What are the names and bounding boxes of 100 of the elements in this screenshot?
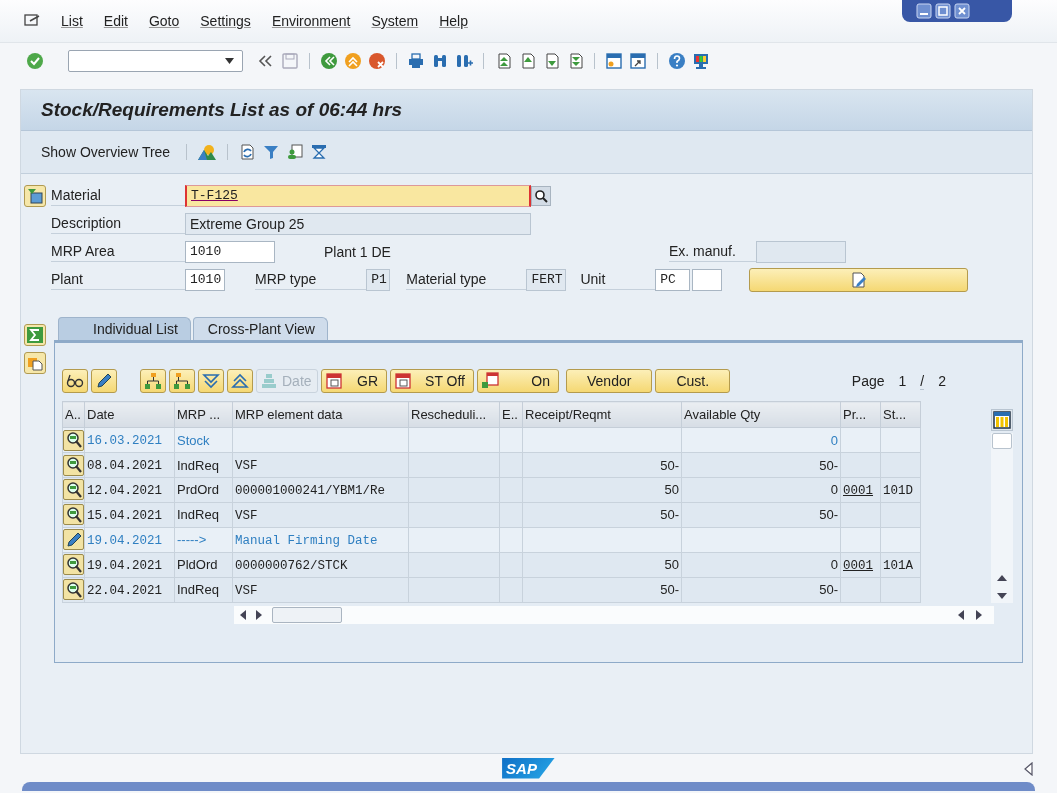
material-button[interactable] <box>24 184 46 207</box>
toolbar-button[interactable]: ST Off <box>390 369 474 393</box>
details-button[interactable] <box>63 554 84 576</box>
table-row[interactable]: 12.04.2021 PrdOrd 000001000241/YBM1/Re 50 0 0001 101D <box>62 477 921 503</box>
plant-name: Plant 1 DE <box>324 243 391 260</box>
documents-icon <box>27 355 43 371</box>
details-button[interactable] <box>63 504 84 526</box>
menu-item[interactable]: Edit <box>103 13 128 29</box>
scroll-thumb[interactable] <box>992 433 1012 449</box>
toolbar-button[interactable] <box>62 369 88 393</box>
input-field[interactable]: 1010 <box>185 268 225 291</box>
menu-item[interactable]: System <box>371 13 419 29</box>
new-window-icon[interactable] <box>605 52 623 70</box>
column-header[interactable]: A.. <box>62 401 85 428</box>
scroll-right-icon[interactable] <box>976 610 982 620</box>
details-button[interactable] <box>63 454 84 476</box>
table-cell: 0 <box>830 482 838 498</box>
menu-item[interactable]: Help <box>439 13 468 29</box>
menu-item[interactable]: List <box>61 13 83 29</box>
menu-item[interactable]: Goto <box>148 13 180 29</box>
mountains-icon[interactable] <box>197 143 218 161</box>
table-cell: PldOrd <box>177 557 218 573</box>
input-field[interactable]: T-F125 <box>185 184 531 207</box>
monitor-icon[interactable] <box>692 52 710 70</box>
user-settings-icon[interactable] <box>286 143 305 161</box>
column-settings-button[interactable] <box>991 409 1013 431</box>
details-button[interactable] <box>63 579 84 601</box>
menu-item[interactable]: Settings <box>200 13 251 29</box>
magnifier-icon <box>64 505 83 524</box>
magnifier-icon <box>64 580 83 599</box>
print-icon[interactable] <box>407 52 425 70</box>
command-field[interactable] <box>68 50 243 72</box>
toolbar-button[interactable]: On <box>477 369 559 393</box>
dropdown-arrow-icon[interactable] <box>225 58 234 64</box>
help-icon[interactable] <box>668 52 686 70</box>
table-cell: 50- <box>819 457 838 473</box>
close-icon[interactable] <box>954 3 970 19</box>
vertical-scrollbar[interactable] <box>991 433 1013 603</box>
back-icon[interactable] <box>320 52 338 70</box>
toolbar-button[interactable] <box>91 369 117 393</box>
table-row[interactable]: 19.04.2021 -----> Manual Firming Date <box>62 527 921 553</box>
column-header[interactable]: Pr... <box>840 401 881 428</box>
toolbar-button[interactable] <box>198 369 224 393</box>
column-header[interactable]: E.. <box>499 401 523 428</box>
shortcut-icon[interactable] <box>629 52 647 70</box>
details-button[interactable] <box>63 529 84 551</box>
column-header[interactable]: Rescheduli... <box>408 401 500 428</box>
confirm-icon[interactable] <box>26 52 44 70</box>
table-row[interactable]: 22.04.2021 IndReq VSF 50- 50- <box>62 577 921 603</box>
totals-button[interactable] <box>24 324 46 346</box>
table-cell: 101D <box>883 484 913 498</box>
column-header[interactable]: Available Qty <box>681 401 841 428</box>
column-header[interactable]: MRP ... <box>174 401 233 428</box>
table-row[interactable]: 19.04.2021 PldOrd 0000000762/STCK 50 0 0001 101A <box>62 552 921 578</box>
filter-icon[interactable] <box>262 143 281 161</box>
table-cell: PrdOrd <box>177 482 219 498</box>
cancel-icon[interactable] <box>368 52 386 70</box>
scroll-left-icon[interactable] <box>958 610 964 620</box>
menu-item[interactable]: Environment <box>271 13 351 29</box>
refresh-icon[interactable] <box>238 143 257 161</box>
maximize-icon[interactable] <box>935 3 951 19</box>
input-field[interactable]: PC <box>655 268 691 291</box>
triangle-icon[interactable] <box>1023 762 1033 776</box>
scroll-right-icon[interactable] <box>256 610 262 620</box>
copy-button[interactable] <box>24 352 46 374</box>
column-header[interactable]: Receipt/Reqmt <box>522 401 682 428</box>
menu-icon[interactable] <box>24 14 40 28</box>
table-cell: VSF <box>235 583 258 598</box>
pencil-icon <box>95 372 113 390</box>
table-row[interactable]: 15.04.2021 IndReq VSF 50- 50- <box>62 502 921 528</box>
input-field: Extreme Group 25 <box>185 212 531 235</box>
tab[interactable]: Individual List <box>58 317 191 340</box>
input-field[interactable]: 1010 <box>185 240 275 263</box>
find-next-icon[interactable] <box>455 52 473 70</box>
scroll-thumb[interactable] <box>272 607 342 623</box>
column-header[interactable]: Date <box>84 401 175 428</box>
scroll-up-icon[interactable] <box>997 575 1007 581</box>
minimize-icon[interactable] <box>916 3 932 19</box>
search-help-button[interactable] <box>531 185 551 206</box>
show-overview-tree-button[interactable]: Show Overview Tree <box>35 142 177 162</box>
table-row[interactable]: 08.04.2021 IndReq VSF 50- 50- <box>62 452 921 478</box>
horizontal-scrollbar[interactable] <box>234 606 994 624</box>
toolbar-button[interactable]: Cust. <box>655 369 731 393</box>
details-button[interactable] <box>63 479 84 501</box>
find-icon[interactable] <box>431 52 449 70</box>
tab[interactable]: Cross-Plant View <box>192 317 328 340</box>
page-label: Page <box>851 373 885 389</box>
scroll-left-icon[interactable] <box>240 610 246 620</box>
table-row[interactable]: 16.03.2021 Stock 0 <box>62 427 921 453</box>
toolbar-button[interactable]: GR <box>321 369 387 393</box>
table-cell: 000001000241/YBM1/Re <box>235 484 386 498</box>
toolbar-button[interactable]: Vendor <box>566 369 653 393</box>
hourglass-icon[interactable] <box>310 143 329 161</box>
table-cell: IndReq <box>177 457 219 473</box>
details-button[interactable] <box>63 429 84 451</box>
scroll-down-icon[interactable] <box>997 593 1007 599</box>
column-header[interactable]: MRP element data <box>232 401 409 428</box>
column-header[interactable]: St... <box>880 401 921 428</box>
input-field[interactable] <box>692 268 723 291</box>
toolbar-button[interactable] <box>227 369 253 393</box>
